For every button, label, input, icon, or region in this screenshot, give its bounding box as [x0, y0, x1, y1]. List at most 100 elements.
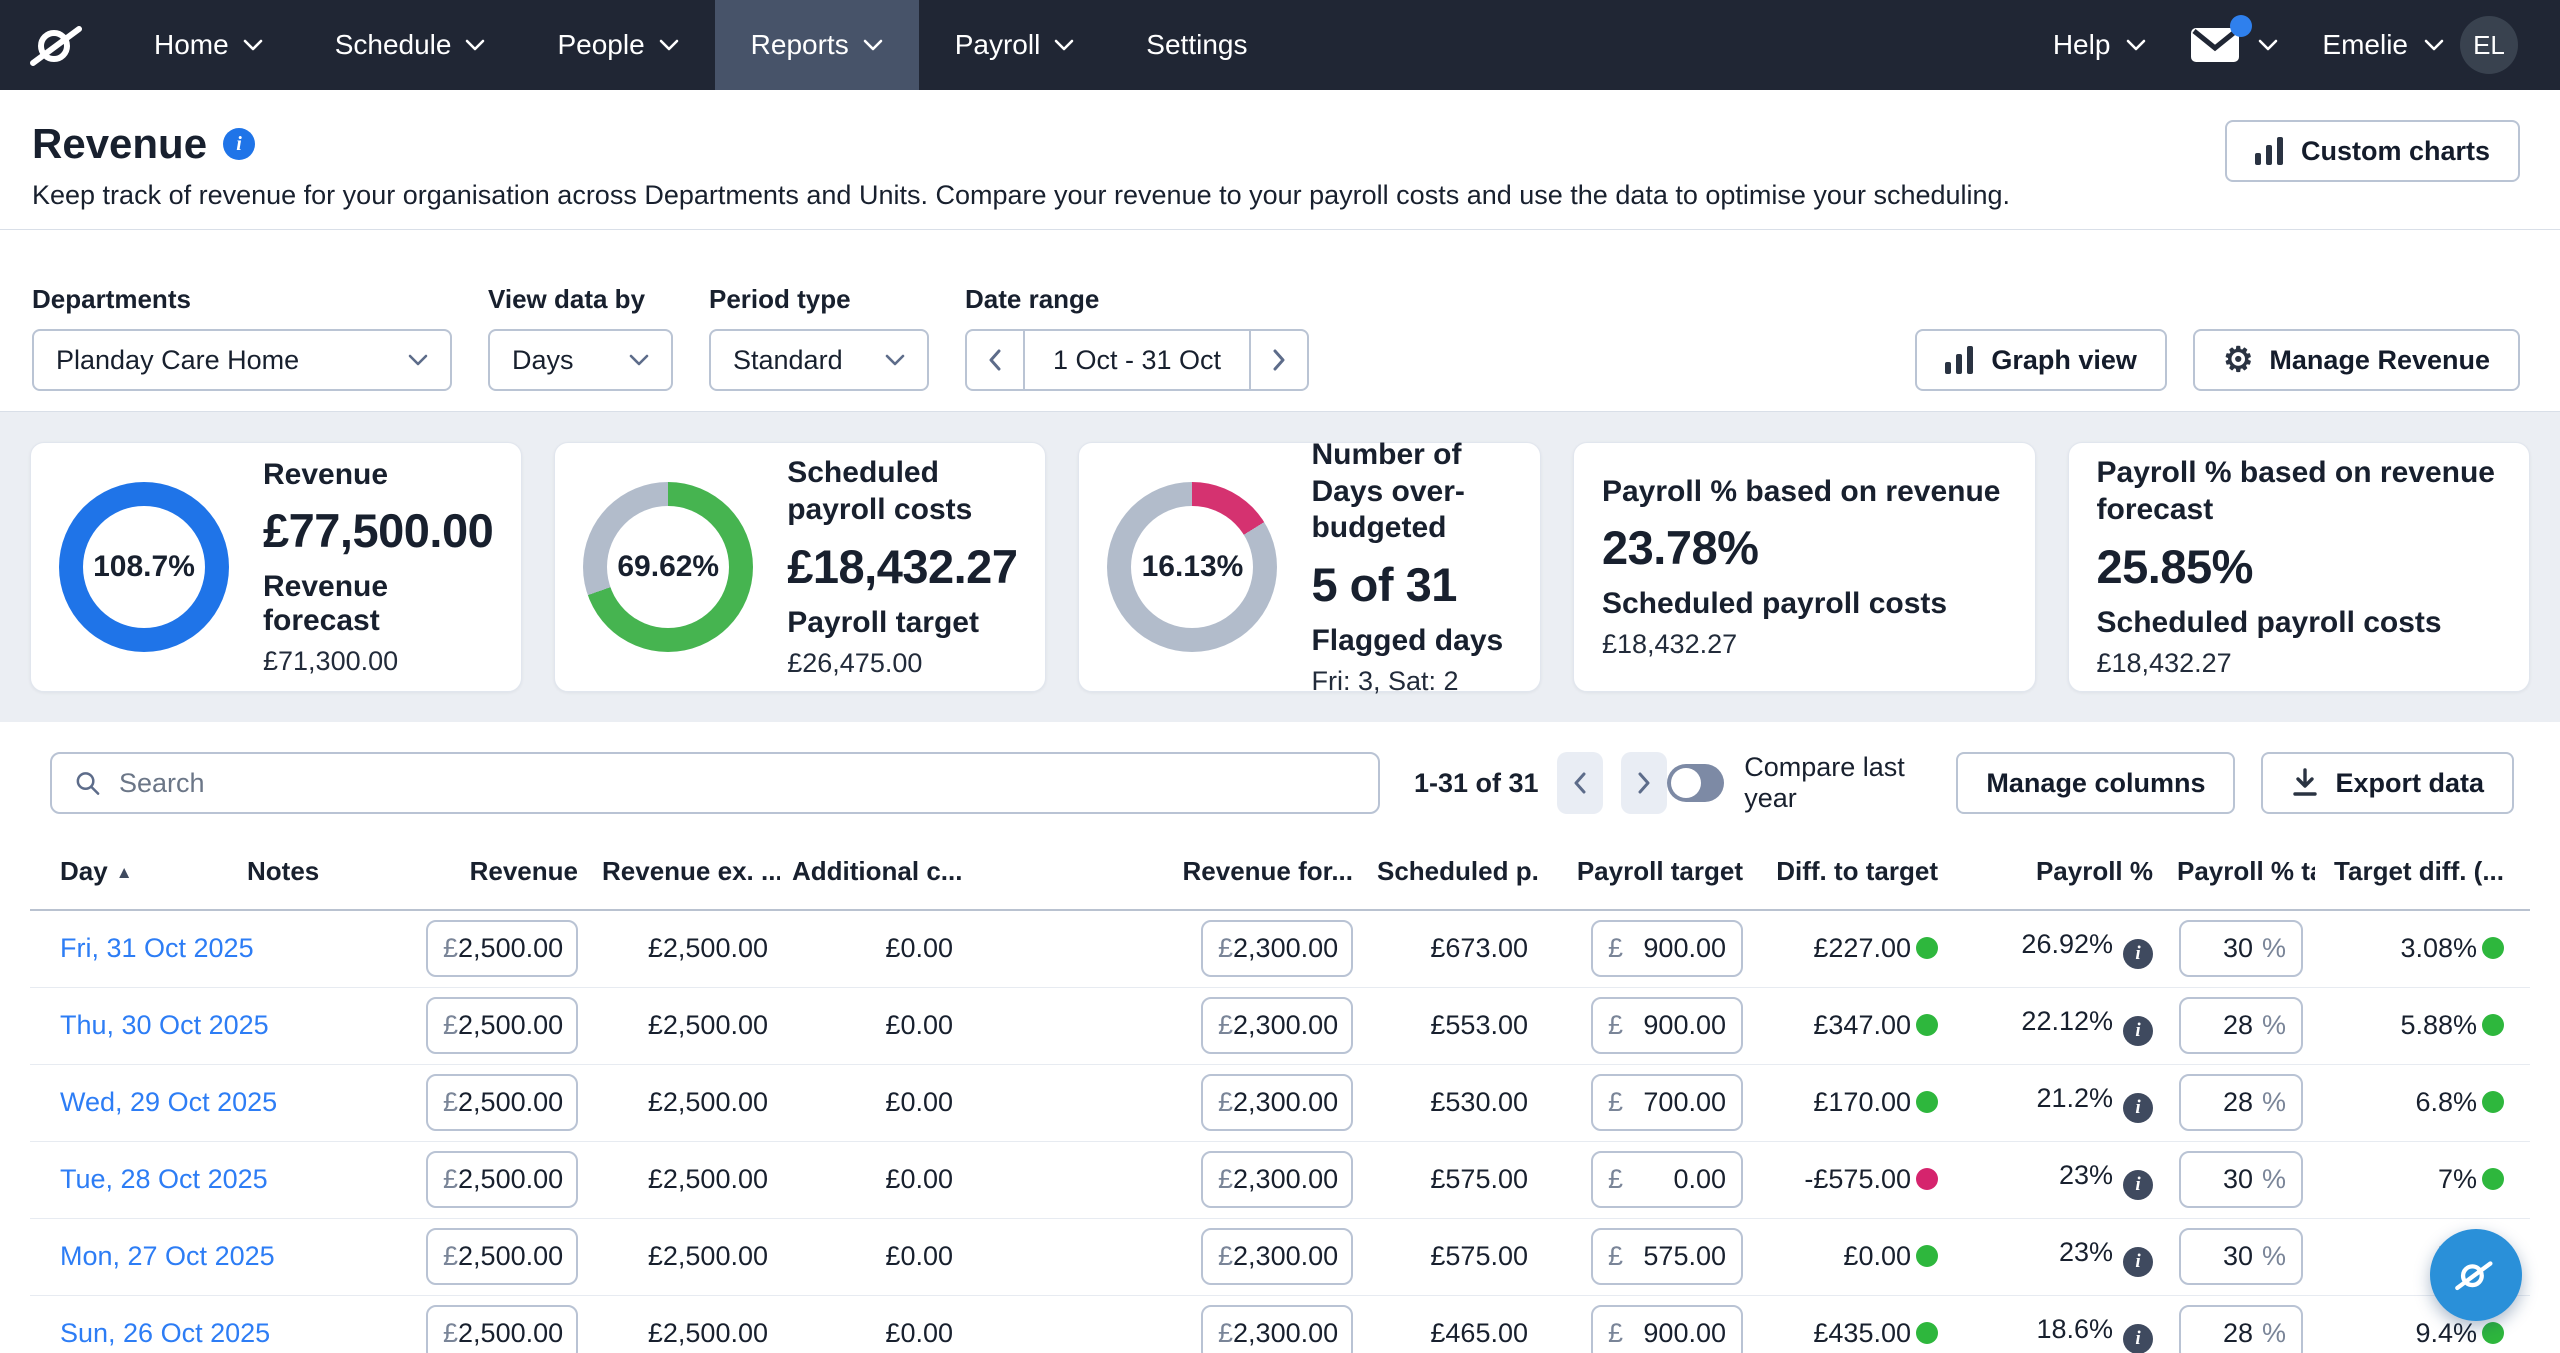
view-data-by-select[interactable]: Days — [488, 329, 673, 391]
payroll-target-input[interactable]: £900.00 — [1591, 920, 1743, 977]
graph-view-button[interactable]: Graph view — [1915, 329, 2167, 391]
column-scheduled-payroll[interactable]: Scheduled p... — [1365, 836, 1540, 910]
revenue-input[interactable]: £2,500.00 — [426, 1151, 578, 1208]
export-data-button[interactable]: Export data — [2261, 752, 2514, 814]
search-icon — [74, 769, 101, 797]
kpi-card-payroll-pct-forecast: Payroll % based on revenue forecast 25.8… — [2068, 442, 2531, 692]
payroll-target-input[interactable]: £900.00 — [1591, 1305, 1743, 1353]
day-link[interactable]: Sun, 26 Oct 2025 — [60, 1318, 270, 1348]
revenue-ex-cell: £2,500.00 — [590, 1141, 780, 1218]
departments-select[interactable]: Planday Care Home — [32, 329, 452, 391]
payroll-target-input[interactable]: £0.00 — [1591, 1151, 1743, 1208]
nav-item-home[interactable]: Home — [118, 0, 299, 90]
card-sub-label: Revenue forecast — [263, 570, 493, 638]
nav-item-settings[interactable]: Settings — [1110, 0, 1283, 90]
column-payroll-target[interactable]: Payroll target — [1540, 836, 1755, 910]
revenue-forecast-input[interactable]: £2,300.00 — [1201, 1074, 1353, 1131]
kpi-cards: 108.7% Revenue £77,500.00 Revenue foreca… — [0, 412, 2560, 722]
additional-cell: £0.00 — [780, 1295, 965, 1353]
revenue-table: Day▲ Notes Revenue Revenue ex. ... Addit… — [30, 836, 2530, 1353]
next-period-button[interactable] — [1251, 331, 1307, 389]
column-payroll-pct-target[interactable]: Payroll % ta... — [2165, 836, 2315, 910]
table-row: Fri, 31 Oct 2025 £2,500.00 £2,500.00 £0.… — [30, 910, 2530, 987]
revenue-input[interactable]: £2,500.00 — [426, 1305, 578, 1353]
search-input[interactable] — [119, 768, 1356, 799]
notes-cell[interactable] — [235, 910, 405, 987]
column-revenue[interactable]: Revenue — [405, 836, 590, 910]
revenue-input[interactable]: £2,500.00 — [426, 1228, 578, 1285]
over-budget-donut-chart: 16.13% — [1107, 482, 1277, 652]
user-menu[interactable]: Emelie EL — [2322, 16, 2518, 74]
card-title: Scheduled payroll costs — [787, 455, 1017, 528]
next-page-button[interactable] — [1621, 752, 1667, 814]
revenue-ex-cell: £2,500.00 — [590, 910, 780, 987]
revenue-input[interactable]: £2,500.00 — [426, 997, 578, 1054]
info-icon[interactable]: i — [2123, 1093, 2153, 1123]
help-menu[interactable]: Help — [2053, 29, 2147, 61]
manage-columns-button[interactable]: Manage columns — [1956, 752, 2235, 814]
card-title: Payroll % based on revenue — [1602, 474, 2000, 511]
revenue-forecast-input[interactable]: £2,300.00 — [1201, 1228, 1353, 1285]
payroll-pct-cell: 23%i — [1950, 1218, 2165, 1295]
planday-chat-fab[interactable] — [2430, 1229, 2522, 1321]
day-link[interactable]: Mon, 27 Oct 2025 — [60, 1241, 275, 1271]
compare-last-year-toggle[interactable] — [1667, 764, 1724, 802]
day-link[interactable]: Thu, 30 Oct 2025 — [60, 1010, 269, 1040]
card-value: 23.78% — [1602, 520, 2000, 575]
info-icon[interactable]: i — [2123, 1324, 2153, 1353]
inbox-menu[interactable] — [2190, 27, 2278, 63]
date-range-value[interactable]: 1 Oct - 31 Oct — [1023, 331, 1251, 389]
column-revenue-forecast[interactable]: Revenue for... — [965, 836, 1365, 910]
nav-item-people[interactable]: People — [521, 0, 714, 90]
table-row: Thu, 30 Oct 2025 £2,500.00 £2,500.00 £0.… — [30, 987, 2530, 1064]
status-dot — [2482, 1091, 2504, 1113]
payroll-pct-target-input[interactable]: 28% — [2179, 997, 2303, 1054]
payroll-pct-target-input[interactable]: 30% — [2179, 1228, 2303, 1285]
payroll-target-input[interactable]: £900.00 — [1591, 997, 1743, 1054]
revenue-forecast-input[interactable]: £2,300.00 — [1201, 997, 1353, 1054]
column-payroll-pct[interactable]: Payroll % — [1950, 836, 2165, 910]
column-target-diff[interactable]: Target diff. (... — [2315, 836, 2530, 910]
prev-period-button[interactable] — [967, 331, 1023, 389]
info-icon[interactable]: i — [2123, 1170, 2153, 1200]
payroll-pct-cell: 23%i — [1950, 1141, 2165, 1218]
day-link[interactable]: Wed, 29 Oct 2025 — [60, 1087, 277, 1117]
avatar[interactable]: EL — [2460, 16, 2518, 74]
revenue-forecast-input[interactable]: £2,300.00 — [1201, 920, 1353, 977]
revenue-input[interactable]: £2,500.00 — [426, 920, 578, 977]
revenue-forecast-input[interactable]: £2,300.00 — [1201, 1305, 1353, 1353]
day-link[interactable]: Tue, 28 Oct 2025 — [60, 1164, 268, 1194]
column-notes[interactable]: Notes — [235, 836, 405, 910]
search-field[interactable] — [50, 752, 1380, 814]
payroll-target-input[interactable]: £700.00 — [1591, 1074, 1743, 1131]
payroll-target-input[interactable]: £575.00 — [1591, 1228, 1743, 1285]
column-diff-to-target[interactable]: Diff. to target — [1755, 836, 1950, 910]
payroll-pct-target-input[interactable]: 28% — [2179, 1305, 2303, 1353]
table-row: Sun, 26 Oct 2025 £2,500.00 £2,500.00 £0.… — [30, 1295, 2530, 1353]
period-type-select[interactable]: Standard — [709, 329, 929, 391]
info-icon[interactable]: i — [2123, 1016, 2153, 1046]
nav-item-payroll[interactable]: Payroll — [919, 0, 1111, 90]
column-revenue-ex[interactable]: Revenue ex. ... — [590, 836, 780, 910]
info-icon[interactable]: i — [2123, 939, 2153, 969]
custom-charts-button[interactable]: Custom charts — [2225, 120, 2520, 182]
payroll-pct-target-input[interactable]: 30% — [2179, 920, 2303, 977]
manage-revenue-button[interactable]: ⚙ Manage Revenue — [2193, 329, 2520, 391]
day-link[interactable]: Fri, 31 Oct 2025 — [60, 933, 254, 963]
card-sub-value: Fri: 3, Sat: 2 — [1311, 666, 1512, 697]
prev-page-button[interactable] — [1557, 752, 1603, 814]
revenue-input[interactable]: £2,500.00 — [426, 1074, 578, 1131]
planday-logo-icon[interactable] — [0, 0, 118, 90]
nav-item-reports[interactable]: Reports — [715, 0, 919, 90]
payroll-pct-target-input[interactable]: 30% — [2179, 1151, 2303, 1208]
info-icon[interactable]: i — [2123, 1247, 2153, 1277]
column-additional[interactable]: Additional c... — [780, 836, 965, 910]
payroll-pct-target-input[interactable]: 28% — [2179, 1074, 2303, 1131]
info-icon[interactable]: i — [223, 128, 255, 160]
column-day[interactable]: Day▲ — [30, 836, 235, 910]
revenue-forecast-input[interactable]: £2,300.00 — [1201, 1151, 1353, 1208]
scheduled-payroll-cell: £673.00 — [1365, 910, 1540, 987]
diff-to-target-cell: -£575.00 — [1755, 1141, 1950, 1218]
nav-item-schedule[interactable]: Schedule — [299, 0, 522, 90]
chevron-down-icon — [1054, 39, 1074, 51]
